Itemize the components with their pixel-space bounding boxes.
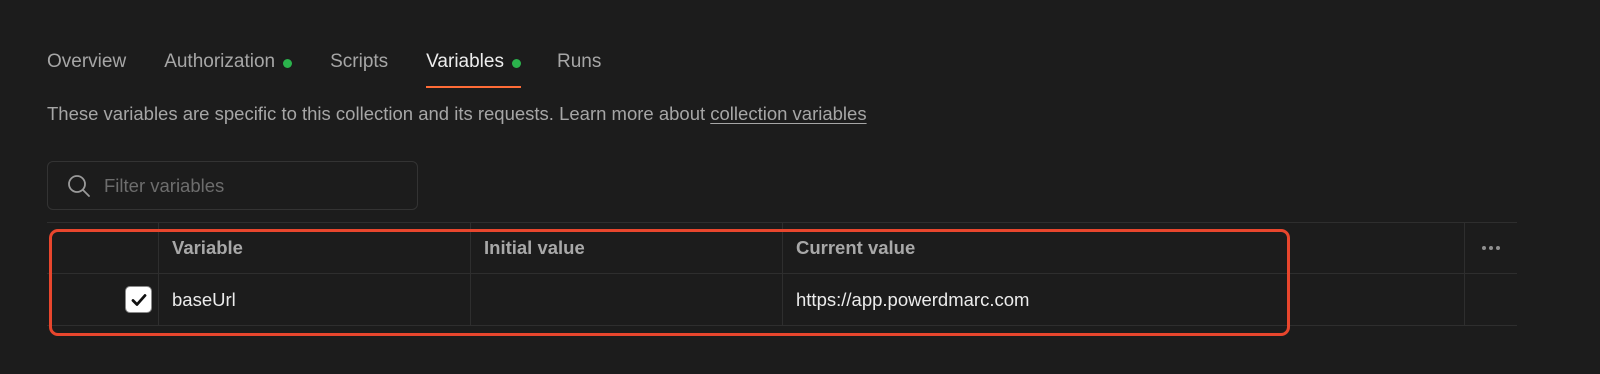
page-description: These variables are specific to this col… [47, 103, 867, 125]
filter-variables-input[interactable] [104, 174, 417, 197]
more-horizontal-icon[interactable] [1482, 246, 1500, 250]
initial-value-cell[interactable] [471, 274, 783, 325]
header-variable: Variable [159, 223, 471, 273]
header-initial-value: Initial value [471, 223, 783, 273]
search-icon [66, 173, 92, 199]
tab-authorization[interactable]: Authorization [164, 44, 293, 88]
status-dot [283, 59, 293, 68]
tab-label: Variables [426, 51, 504, 72]
filter-variables-field[interactable] [47, 161, 418, 210]
tab-label: Authorization [164, 51, 276, 72]
table-row: baseUrl https://app.powerdmarc.com [47, 274, 1517, 326]
tab-bar: Overview Authorization Scripts Variables… [47, 44, 639, 90]
header-current-value: Current value [783, 223, 1465, 273]
checkmark-icon [131, 293, 146, 306]
enable-checkbox[interactable] [125, 286, 152, 313]
row-checkbox-cell [47, 274, 159, 325]
tab-runs[interactable]: Runs [557, 44, 601, 88]
tab-label: Scripts [330, 51, 389, 72]
status-dot [511, 59, 521, 68]
tab-overview[interactable]: Overview [47, 44, 126, 88]
variables-table: Variable Initial value Current value bas… [47, 222, 1517, 327]
current-value-cell[interactable]: https://app.powerdmarc.com [783, 274, 1465, 325]
row-actions-cell [1465, 274, 1517, 325]
tab-label: Overview [47, 51, 127, 72]
tab-scripts[interactable]: Scripts [330, 44, 388, 88]
header-checkbox-cell [47, 223, 159, 273]
tab-variables[interactable]: Variables [426, 44, 521, 88]
header-more-cell [1465, 223, 1517, 273]
description-text: These variables are specific to this col… [47, 103, 711, 124]
tab-label: Runs [556, 51, 602, 72]
collection-variables-link[interactable]: collection variables [710, 103, 866, 124]
table-header-row: Variable Initial value Current value [47, 223, 1517, 274]
variable-name-cell[interactable]: baseUrl [159, 274, 471, 325]
